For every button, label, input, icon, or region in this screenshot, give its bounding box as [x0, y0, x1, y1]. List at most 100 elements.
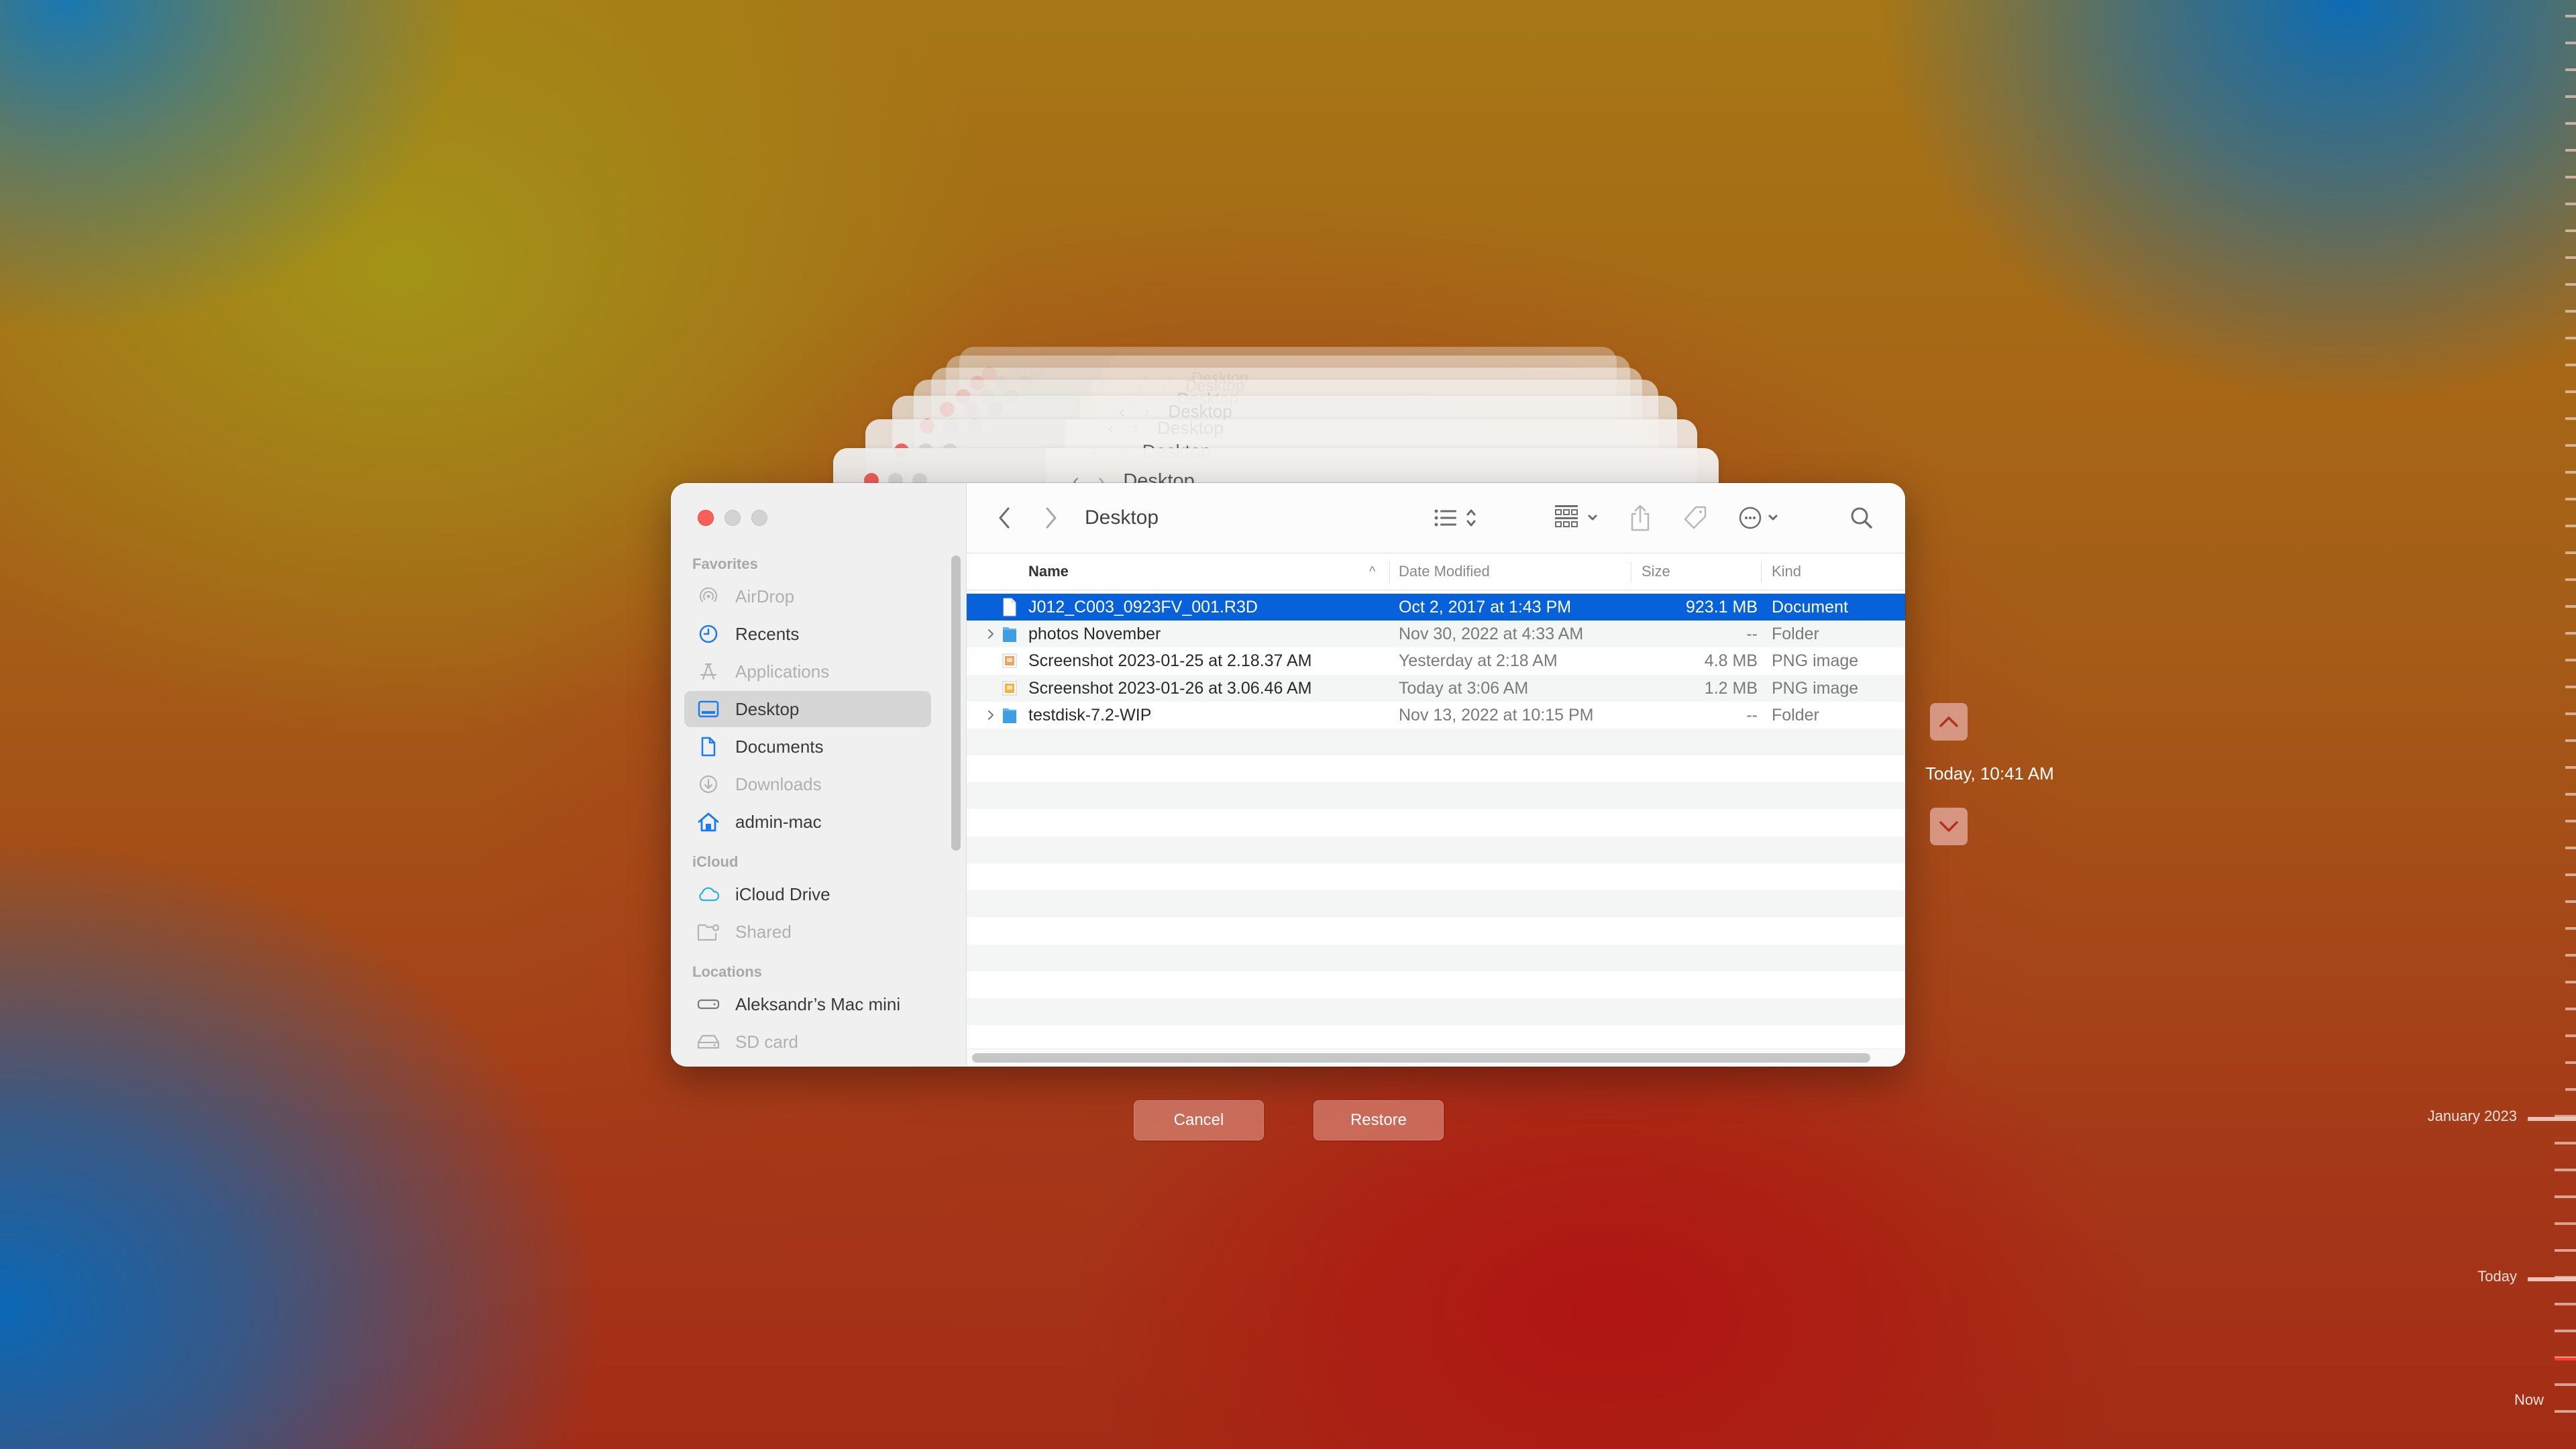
column-date-modified[interactable]: Date Modified	[1399, 553, 1490, 590]
timeline-tick[interactable]	[2555, 1169, 2576, 1171]
timeline-tick[interactable]	[2555, 1303, 2576, 1305]
empty-row	[967, 782, 1905, 810]
timeline-tick[interactable]	[2565, 149, 2576, 152]
timeline-tick[interactable]	[2565, 68, 2576, 71]
action-menu-button[interactable]	[1738, 503, 1785, 533]
timeline-tick[interactable]	[2565, 739, 2576, 742]
timeline-tick[interactable]	[2555, 1222, 2576, 1225]
timeline-tick[interactable]	[2565, 122, 2576, 125]
file-row[interactable]: Screenshot 2023-01-26 at 3.06.46 AM Today…	[967, 674, 1905, 702]
cancel-button[interactable]: Cancel	[1134, 1100, 1264, 1140]
previous-snapshot-button[interactable]	[1930, 703, 1968, 741]
tag-button[interactable]	[1680, 503, 1710, 533]
timeline-tick[interactable]	[2565, 900, 2576, 903]
timeline-tick[interactable]	[2565, 1061, 2576, 1064]
timeline-tick[interactable]	[2565, 176, 2576, 178]
file-name: J012_C003_0923FV_001.R3D	[1028, 598, 1258, 616]
timeline-tick[interactable]	[2555, 1330, 2576, 1332]
column-divider[interactable]	[1761, 561, 1762, 583]
timeline-current-marker[interactable]	[2555, 1358, 2576, 1360]
timeline-tick[interactable]	[2565, 498, 2576, 500]
timeline-tick[interactable]	[2555, 1410, 2576, 1413]
column-size[interactable]: Size	[1642, 553, 1670, 590]
timeline-tick[interactable]	[2565, 712, 2576, 715]
restore-button[interactable]: Restore	[1313, 1100, 1444, 1140]
timeline-tick[interactable]	[2565, 256, 2576, 259]
share-button[interactable]	[1627, 503, 1654, 533]
timeline-tick[interactable]	[2565, 820, 2576, 822]
timeline-tick[interactable]	[2565, 873, 2576, 876]
timeline-tick[interactable]	[2565, 471, 2576, 474]
close-button[interactable]	[698, 510, 714, 526]
timeline-tick[interactable]	[2565, 1088, 2576, 1091]
timeline-tick[interactable]	[2565, 525, 2576, 527]
timeline-tick[interactable]	[2565, 95, 2576, 98]
sidebar-item-documents[interactable]: Documents	[684, 729, 931, 765]
timeline-tick[interactable]	[2565, 605, 2576, 608]
file-row[interactable]: testdisk-7.2-WIP Nov 13, 2022 at 10:15 PM…	[967, 702, 1905, 729]
timeline-major-tick[interactable]	[2528, 1117, 2576, 1121]
timeline-tick[interactable]	[2565, 15, 2576, 17]
timeline-tick[interactable]	[2555, 1195, 2576, 1198]
sidebar-item-desktop[interactable]: Desktop	[684, 691, 931, 727]
timeline-tick[interactable]	[2555, 1249, 2576, 1252]
next-snapshot-button[interactable]	[1930, 808, 1968, 845]
timeline-tick[interactable]	[2555, 1142, 2576, 1144]
timeline-tick[interactable]	[2565, 42, 2576, 44]
sidebar-item-aleksandr-s-mac-mini[interactable]: Aleksandr’s Mac mini	[684, 986, 931, 1022]
timeline-tick[interactable]	[2565, 1034, 2576, 1037]
sidebar-scrollbar[interactable]	[951, 555, 961, 851]
sidebar-item-shared[interactable]: Shared	[684, 914, 931, 950]
horizontal-scrollbar[interactable]	[967, 1049, 1905, 1067]
sidebar-item-admin-mac[interactable]: admin-mac	[684, 804, 931, 840]
sidebar-item-applications[interactable]: Applications	[684, 653, 931, 690]
group-button[interactable]	[1554, 503, 1605, 533]
file-row[interactable]: J012_C003_0923FV_001.R3D Oct 2, 2017 at 1…	[967, 594, 1905, 621]
sidebar-item-label: Shared	[735, 921, 792, 942]
timeline-tick[interactable]	[2565, 659, 2576, 661]
sidebar-item-downloads[interactable]: Downloads	[684, 766, 931, 802]
timeline-tick[interactable]	[2565, 310, 2576, 313]
desktop-icon	[695, 698, 722, 720]
timeline-tick[interactable]	[2565, 847, 2576, 849]
sidebar-item-recents[interactable]: Recents	[684, 616, 931, 652]
timeline-label-now[interactable]: Now	[2514, 1391, 2544, 1409]
timeline-tick[interactable]	[2565, 203, 2576, 205]
file-row[interactable]: Screenshot 2023-01-25 at 2.18.37 AM Yeste…	[967, 647, 1905, 674]
minimize-button[interactable]	[724, 510, 741, 526]
zoom-button[interactable]	[751, 510, 767, 526]
timeline-tick[interactable]	[2565, 686, 2576, 688]
timeline-tick[interactable]	[2565, 444, 2576, 447]
timeline-tick[interactable]	[2565, 390, 2576, 393]
sidebar-item-airdrop[interactable]: AirDrop	[684, 578, 931, 614]
timeline-tick[interactable]	[2565, 1008, 2576, 1010]
timeline-tick[interactable]	[2565, 229, 2576, 232]
timeline-label[interactable]: Today	[2477, 1268, 2517, 1285]
timeline-tick[interactable]	[2565, 417, 2576, 420]
sidebar-item-sd-card[interactable]: SD card	[684, 1024, 931, 1060]
timeline-tick[interactable]	[2565, 283, 2576, 286]
back-button[interactable]	[992, 503, 1016, 533]
timeline-tick[interactable]	[2565, 364, 2576, 366]
timeline-major-tick[interactable]	[2528, 1277, 2576, 1281]
timeline-tick[interactable]	[2565, 337, 2576, 339]
timeline-tick[interactable]	[2565, 981, 2576, 983]
timeline-tick[interactable]	[2555, 1383, 2576, 1386]
column-divider[interactable]	[1389, 561, 1390, 583]
search-button[interactable]	[1847, 503, 1876, 533]
timeline-tick[interactable]	[2565, 927, 2576, 930]
timeline-tick[interactable]	[2565, 954, 2576, 957]
timeline-tick[interactable]	[2565, 793, 2576, 796]
timeline-tick[interactable]	[2565, 766, 2576, 769]
forward-button[interactable]	[1039, 503, 1063, 533]
timeline-tick[interactable]	[2565, 632, 2576, 635]
sidebar-item-icloud-drive[interactable]: iCloud Drive	[684, 876, 931, 912]
column-name[interactable]: Name	[1028, 553, 1069, 590]
timeline-tick[interactable]	[2565, 578, 2576, 581]
timeline-label[interactable]: January 2023	[2428, 1108, 2517, 1125]
file-row[interactable]: photos November Nov 30, 2022 at 4:33 AM --…	[967, 621, 1905, 648]
timeline-tick[interactable]	[2565, 551, 2576, 554]
view-options-button[interactable]	[1434, 503, 1485, 533]
column-kind[interactable]: Kind	[1772, 553, 1801, 590]
scrollbar-thumb[interactable]	[972, 1053, 1870, 1063]
